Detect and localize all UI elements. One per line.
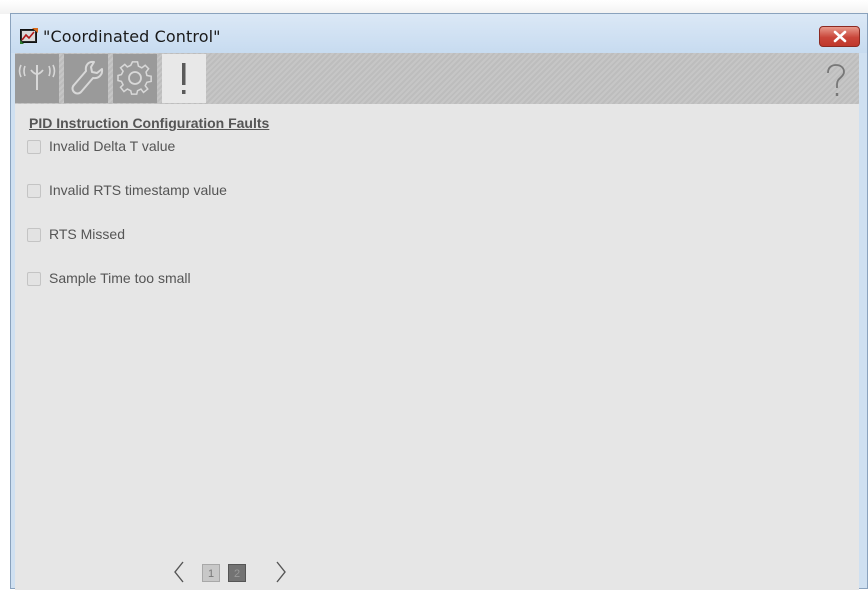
- fault-checkbox[interactable]: [27, 228, 41, 242]
- app-icon: [20, 28, 38, 44]
- wrench-icon: [71, 60, 104, 95]
- chevron-left-icon: [174, 561, 184, 583]
- faceplate-window: "Coordinated Control" PID Instruction Co…: [10, 13, 868, 590]
- signal-antenna-icon: [18, 64, 56, 90]
- tab-operator[interactable]: [15, 54, 59, 103]
- page-background: [0, 0, 868, 14]
- fault-checkbox[interactable]: [27, 184, 41, 198]
- section-title: PID Instruction Configuration Faults: [29, 115, 270, 131]
- fault-checkbox[interactable]: [27, 272, 41, 286]
- fault-label: RTS Missed: [49, 226, 125, 242]
- pager: 1 2: [171, 556, 301, 590]
- exclamation-icon: [182, 63, 186, 94]
- page-2-button[interactable]: 2: [228, 564, 246, 582]
- tab-maintenance[interactable]: [64, 54, 108, 103]
- question-mark-icon: [827, 64, 845, 96]
- fault-label: Invalid Delta T value: [49, 138, 176, 154]
- next-page-button[interactable]: [273, 556, 289, 588]
- fault-label: Sample Time too small: [49, 270, 191, 286]
- window-title: "Coordinated Control": [43, 27, 221, 46]
- close-icon: [833, 30, 847, 43]
- help-button[interactable]: [821, 63, 851, 99]
- tab-toolbar: [15, 53, 859, 104]
- chevron-right-icon: [276, 561, 286, 583]
- gear-icon: [117, 61, 152, 95]
- fault-checkbox[interactable]: [27, 140, 41, 154]
- tab-faults[interactable]: [162, 54, 206, 103]
- fault-label: Invalid RTS timestamp value: [49, 182, 227, 198]
- faults-panel: PID Instruction Configuration Faults Inv…: [15, 104, 859, 590]
- close-button[interactable]: [819, 26, 860, 47]
- title-bar[interactable]: "Coordinated Control": [11, 14, 867, 53]
- tab-engineering[interactable]: [113, 54, 157, 103]
- previous-page-button[interactable]: [171, 556, 187, 588]
- page-1-button[interactable]: 1: [202, 564, 220, 582]
